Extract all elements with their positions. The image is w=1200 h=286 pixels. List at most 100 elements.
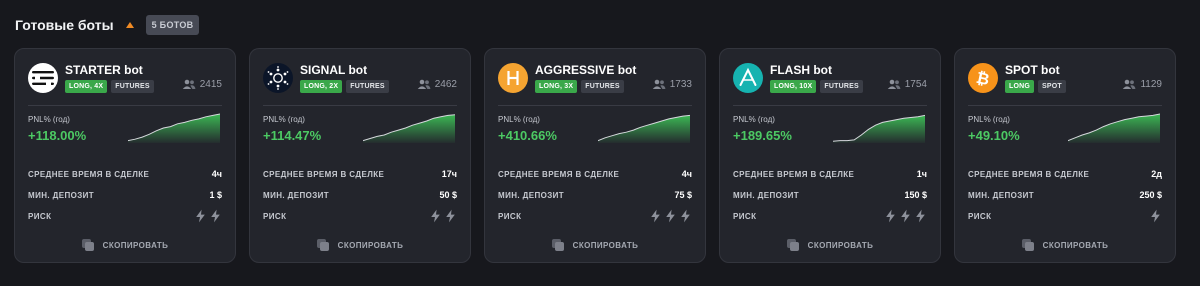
- copy-button-label: СКОПИРОВАТЬ: [807, 241, 874, 250]
- divider: [28, 105, 222, 106]
- users-count: 2462: [417, 79, 457, 90]
- copy-button[interactable]: СКОПИРОВАТЬ: [485, 239, 705, 252]
- pnl-value: +114.47%: [263, 128, 322, 143]
- lightning-icon: [1151, 209, 1160, 223]
- min-deposit-label: МИН. ДЕПОЗИТ: [733, 190, 800, 200]
- users-count: 1733: [652, 79, 692, 90]
- lightning-icon: [211, 209, 220, 223]
- min-deposit-row: МИН. ДЕПОЗИТ 50 $: [263, 190, 457, 200]
- leverage-tag: LONG: [1005, 80, 1035, 93]
- bot-name: FLASH bot: [770, 63, 832, 77]
- sparkline-area: [363, 114, 455, 143]
- copy-icon: [786, 239, 800, 252]
- users-count: 1754: [887, 79, 927, 90]
- divider: [498, 105, 692, 106]
- market-tag: SPOT: [1038, 80, 1066, 93]
- min-deposit-row: МИН. ДЕПОЗИТ 75 $: [498, 190, 692, 200]
- avg-time-value: 4ч: [681, 169, 692, 179]
- min-deposit-label: МИН. ДЕПОЗИТ: [498, 190, 565, 200]
- lightning-icon: [916, 209, 925, 223]
- avg-time-value: 1ч: [916, 169, 927, 179]
- copy-button-label: СКОПИРОВАТЬ: [337, 241, 404, 250]
- pnl-sparkline: [833, 114, 925, 143]
- avg-time-label: СРЕДНЕЕ ВРЕМЯ В СДЕЛКЕ: [733, 169, 855, 179]
- copy-button-label: СКОПИРОВАТЬ: [1042, 241, 1109, 250]
- lightning-icon: [886, 209, 895, 223]
- bitcoin-icon: ₿: [968, 63, 998, 93]
- lightning-icon: [651, 209, 660, 223]
- users-icon: [652, 79, 666, 89]
- copy-button[interactable]: СКОПИРОВАТЬ: [15, 239, 235, 252]
- lightning-icon: [681, 209, 690, 223]
- pnl-sparkline: [363, 114, 455, 143]
- users-icon: [417, 79, 431, 89]
- copy-icon: [81, 239, 95, 252]
- pnl-value: +410.66%: [498, 128, 557, 143]
- copy-icon: [551, 239, 565, 252]
- pnl-label: PNL% (год): [28, 115, 70, 124]
- min-deposit-label: МИН. ДЕПОЗИТ: [263, 190, 330, 200]
- risk-row: РИСК: [733, 209, 927, 223]
- min-deposit-value: 150 $: [904, 190, 927, 200]
- avg-time-row: СРЕДНЕЕ ВРЕМЯ В СДЕЛКЕ 4ч: [28, 169, 222, 179]
- bot-name: STARTER bot: [65, 63, 143, 77]
- risk-label: РИСК: [968, 211, 992, 221]
- lightning-icon: [431, 209, 440, 223]
- bot-name: AGGRESSIVE bot: [535, 63, 637, 77]
- copy-button[interactable]: СКОПИРОВАТЬ: [720, 239, 940, 252]
- pnl-value: +189.65%: [733, 128, 792, 143]
- risk-level: [649, 209, 692, 223]
- min-deposit-row: МИН. ДЕПОЗИТ 150 $: [733, 190, 927, 200]
- copy-button[interactable]: СКОПИРОВАТЬ: [955, 239, 1175, 252]
- bot-tags: LONG SPOT: [1005, 80, 1066, 93]
- bot-card[interactable]: AGGRESSIVE bot LONG, 3X FUTURES 1733 PNL% (г…: [484, 48, 706, 263]
- divider: [733, 105, 927, 106]
- avg-time-value: 17ч: [441, 169, 457, 179]
- bot-card[interactable]: STARTER bot LONG, 4X FUTURES 2415 PNL% (год)…: [14, 48, 236, 263]
- sparkline-area: [128, 114, 220, 143]
- avg-time-value: 4ч: [211, 169, 222, 179]
- bot-card[interactable]: FLASH bot LONG, 10X FUTURES 1754 PNL% (год) +…: [719, 48, 941, 263]
- collapse-caret-icon[interactable]: [125, 22, 134, 28]
- cardano-icon: [263, 63, 293, 93]
- bot-tags: LONG, 2X FUTURES: [300, 80, 389, 93]
- pnl-label: PNL% (год): [968, 115, 1010, 124]
- bot-name: SPOT bot: [1005, 63, 1060, 77]
- min-deposit-label: МИН. ДЕПОЗИТ: [968, 190, 1035, 200]
- section-title: Готовые боты: [15, 17, 114, 33]
- min-deposit-value: 250 $: [1139, 190, 1162, 200]
- users-count-value: 1733: [669, 79, 692, 90]
- users-count-value: 1754: [904, 79, 927, 90]
- bot-tags: LONG, 10X FUTURES: [770, 80, 863, 93]
- risk-level: [884, 209, 927, 223]
- sparkline-area: [833, 115, 925, 143]
- pnl-sparkline: [598, 114, 690, 143]
- avg-time-row: СРЕДНЕЕ ВРЕМЯ В СДЕЛКЕ 4ч: [498, 169, 692, 179]
- bot-card[interactable]: SIGNAL bot LONG, 2X FUTURES 2462 PNL% (год) +…: [249, 48, 471, 263]
- min-deposit-label: МИН. ДЕПОЗИТ: [28, 190, 95, 200]
- users-count-value: 2462: [434, 79, 457, 90]
- min-deposit-row: МИН. ДЕПОЗИТ 250 $: [968, 190, 1162, 200]
- avg-time-row: СРЕДНЕЕ ВРЕМЯ В СДЕЛКЕ 17ч: [263, 169, 457, 179]
- lightning-icon: [446, 209, 455, 223]
- risk-label: РИСК: [263, 211, 287, 221]
- pnl-sparkline: [128, 113, 220, 143]
- bot-card[interactable]: ₿ SPOT bot LONG SPOT 1129 PNL% (год) +49.10% СР…: [954, 48, 1176, 263]
- divider: [968, 105, 1162, 106]
- hedera-icon: [498, 63, 528, 93]
- risk-label: РИСК: [28, 211, 52, 221]
- copy-icon: [316, 239, 330, 252]
- min-deposit-value: 50 $: [439, 190, 457, 200]
- risk-row: РИСК: [498, 209, 692, 223]
- sparkline-area: [598, 115, 690, 143]
- market-tag: FUTURES: [346, 80, 389, 93]
- bot-name: SIGNAL bot: [300, 63, 368, 77]
- copy-button-label: СКОПИРОВАТЬ: [572, 241, 639, 250]
- leverage-tag: LONG, 3X: [535, 80, 578, 93]
- risk-row: РИСК: [263, 209, 457, 223]
- risk-level: [429, 209, 457, 223]
- bot-tags: LONG, 4X FUTURES: [65, 80, 154, 93]
- lightning-icon: [901, 209, 910, 223]
- copy-button[interactable]: СКОПИРОВАТЬ: [250, 239, 470, 252]
- avg-time-label: СРЕДНЕЕ ВРЕМЯ В СДЕЛКЕ: [28, 169, 150, 179]
